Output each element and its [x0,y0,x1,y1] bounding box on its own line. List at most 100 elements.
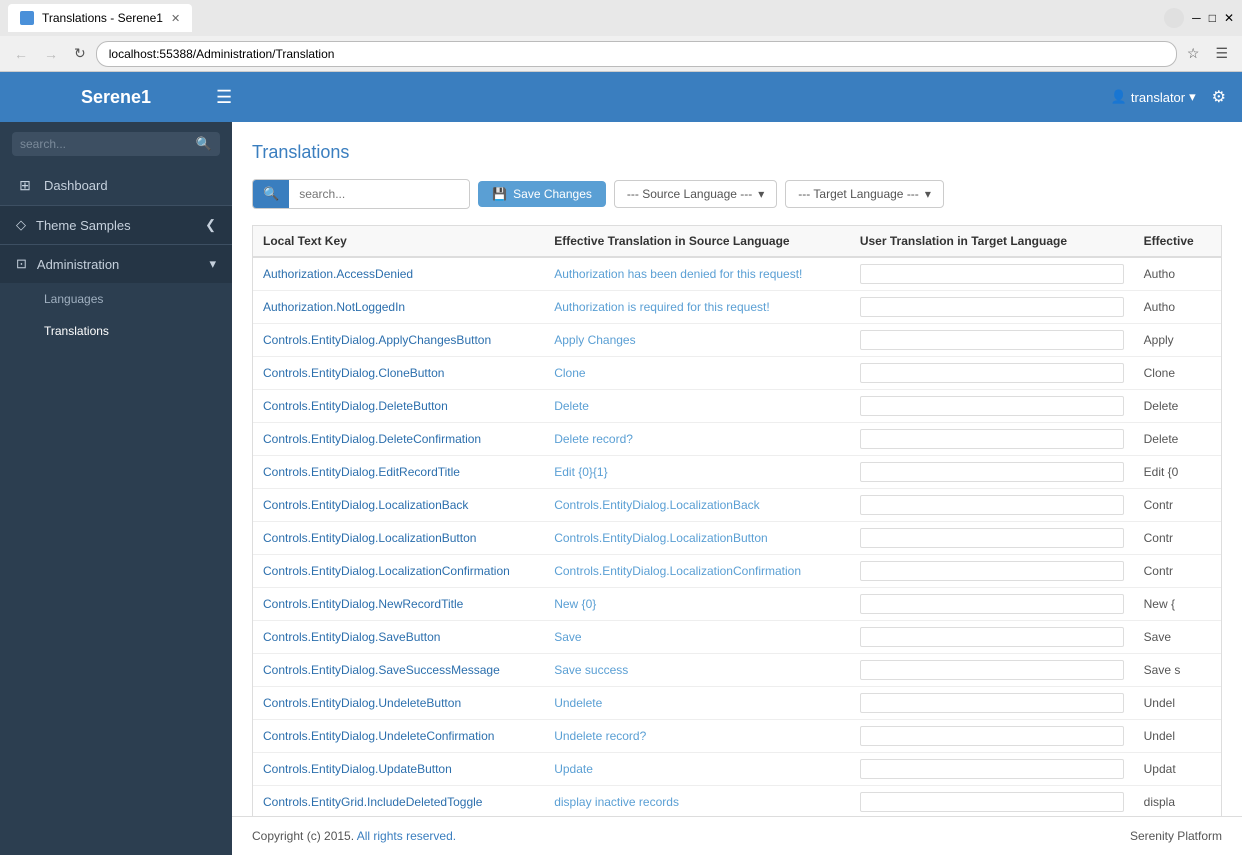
target-cell [850,522,1134,555]
target-lang-arrow: ▾ [925,187,931,201]
target-cell [850,423,1134,456]
key-cell[interactable]: Controls.EntityDialog.ApplyChangesButton [253,324,544,357]
key-cell[interactable]: Controls.EntityDialog.LocalizationButton [253,522,544,555]
target-input[interactable] [860,627,1124,647]
target-input[interactable] [860,462,1124,482]
search-input[interactable] [289,181,469,207]
source-cell: Apply Changes [544,324,850,357]
sidebar-item-translations[interactable]: Translations [0,315,232,347]
target-input[interactable] [860,528,1124,548]
forward-btn[interactable]: → [38,44,64,64]
target-input[interactable] [860,693,1124,713]
sidebar-item-label: Dashboard [44,178,108,193]
effective-cell: Contr [1134,522,1221,555]
sidebar-item-languages[interactable]: Languages [0,283,232,315]
source-cell: Authorization is required for this reque… [544,291,850,324]
sidebar-item-administration[interactable]: ⊡ Administration ▾ [0,245,232,283]
user-menu[interactable]: 👤 translator ▾ [1111,89,1196,105]
target-input[interactable] [860,726,1124,746]
target-input[interactable] [860,594,1124,614]
table-row: Controls.EntityDialog.LocalizationConfir… [253,555,1221,588]
target-input[interactable] [860,495,1124,515]
source-cell: Save [544,621,850,654]
sidebar: 🔍 ⊞ Dashboard ◇ Theme Samples ❮ [0,122,232,855]
key-cell[interactable]: Controls.EntityDialog.DeleteConfirmation [253,423,544,456]
target-input[interactable] [860,297,1124,317]
target-input[interactable] [860,792,1124,812]
col-header-source: Effective Translation in Source Language [544,226,850,257]
target-input[interactable] [860,660,1124,680]
source-cell: Save success [544,654,850,687]
effective-cell: Updat [1134,753,1221,786]
sidebar-item-label: Theme Samples [36,218,131,233]
target-language-dropdown[interactable]: --- Target Language --- ▾ [785,180,944,208]
key-cell[interactable]: Controls.EntityGrid.IncludeDeletedToggle [253,786,544,817]
tab-close-btn[interactable]: ✕ [171,12,180,25]
key-cell[interactable]: Controls.EntityDialog.SaveSuccessMessage [253,654,544,687]
key-cell[interactable]: Controls.EntityDialog.LocalizationBack [253,489,544,522]
bookmark-icon[interactable]: ☆ [1181,43,1206,64]
target-input[interactable] [860,396,1124,416]
target-cell [850,687,1134,720]
key-cell[interactable]: Controls.EntityDialog.CloneButton [253,357,544,390]
target-input[interactable] [860,264,1124,284]
target-cell [850,786,1134,817]
table-row: Authorization.AccessDenied Authorization… [253,257,1221,291]
back-btn[interactable]: ← [8,44,34,64]
table-row: Controls.EntityDialog.DeleteButton Delet… [253,390,1221,423]
key-cell[interactable]: Controls.EntityDialog.UndeleteButton [253,687,544,720]
col-header-effective: Effective [1134,226,1221,257]
maximize-btn[interactable]: □ [1209,11,1216,25]
key-cell[interactable]: Controls.EntityDialog.UndeleteConfirmati… [253,720,544,753]
target-input[interactable] [860,561,1124,581]
effective-cell: Delete [1134,423,1221,456]
sidebar-sub-label: Languages [44,292,103,306]
address-bar[interactable] [96,41,1177,67]
col-header-target: User Translation in Target Language [850,226,1134,257]
close-btn[interactable]: ✕ [1224,11,1234,25]
source-cell: Authorization has been denied for this r… [544,257,850,291]
target-input[interactable] [860,759,1124,779]
save-changes-button[interactable]: 💾 Save Changes [478,181,606,207]
copyright-link[interactable]: All rights reserved. [357,829,456,843]
key-cell[interactable]: Authorization.AccessDenied [253,257,544,291]
hamburger-btn[interactable]: ☰ [216,87,1111,108]
target-cell [850,753,1134,786]
refresh-btn[interactable]: ↻ [68,43,92,64]
chevron-left-icon: ❮ [205,217,216,233]
effective-cell: Clone [1134,357,1221,390]
source-language-dropdown[interactable]: --- Source Language --- ▾ [614,180,777,208]
sidebar-item-theme-samples[interactable]: ◇ Theme Samples ❮ [0,206,232,244]
target-cell [850,621,1134,654]
table-row: Controls.EntityDialog.UpdateButton Updat… [253,753,1221,786]
key-cell[interactable]: Controls.EntityDialog.DeleteButton [253,390,544,423]
browser-tab[interactable]: Translations - Serene1 ✕ [8,4,192,32]
sidebar-item-dashboard[interactable]: ⊞ Dashboard [0,166,232,205]
minimize-btn[interactable]: ─ [1192,11,1201,25]
target-input[interactable] [860,363,1124,383]
target-cell [850,390,1134,423]
key-cell[interactable]: Controls.EntityDialog.EditRecordTitle [253,456,544,489]
user-icon: 👤 [1111,89,1127,105]
key-cell[interactable]: Controls.EntityDialog.NewRecordTitle [253,588,544,621]
source-cell: Clone [544,357,850,390]
chevron-down-icon: ▾ [209,256,216,272]
target-input[interactable] [860,429,1124,449]
target-cell [850,654,1134,687]
share-icon[interactable]: ⚙ [1212,87,1226,107]
target-cell [850,720,1134,753]
key-cell[interactable]: Controls.EntityDialog.SaveButton [253,621,544,654]
target-cell [850,291,1134,324]
source-cell: Controls.EntityDialog.LocalizationConfir… [544,555,850,588]
sidebar-search-input[interactable] [20,137,196,151]
target-input[interactable] [860,330,1124,350]
table-row: Controls.EntityDialog.CloneButton Clone … [253,357,1221,390]
save-label: Save Changes [513,187,592,201]
footer: Copyright (c) 2015. All rights reserved.… [232,816,1242,855]
key-cell[interactable]: Authorization.NotLoggedIn [253,291,544,324]
menu-icon[interactable]: ☰ [1209,43,1234,64]
search-button[interactable]: 🔍 [253,180,289,208]
key-cell[interactable]: Controls.EntityDialog.LocalizationConfir… [253,555,544,588]
table-row: Controls.EntityDialog.UndeleteConfirmati… [253,720,1221,753]
key-cell[interactable]: Controls.EntityDialog.UpdateButton [253,753,544,786]
